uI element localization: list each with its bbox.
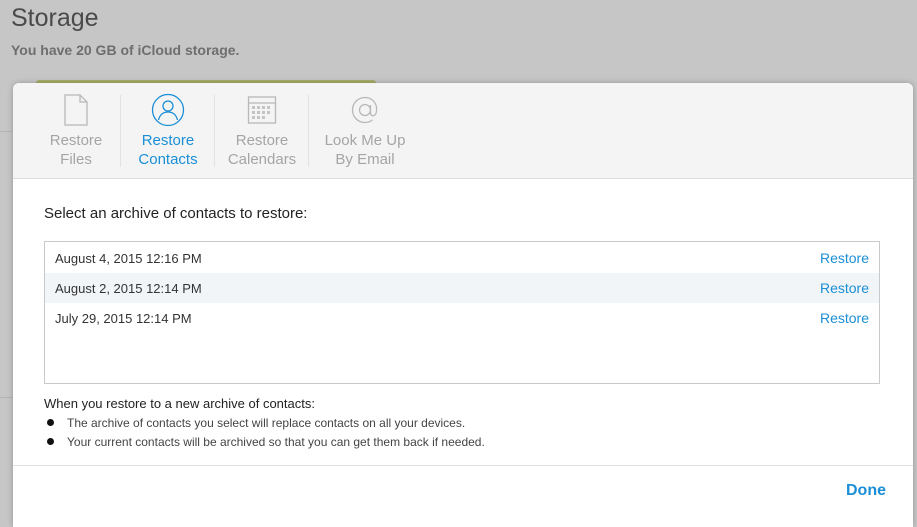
bullet-icon [47,419,54,426]
tab-label: Look Me Up By Email [324,132,406,168]
note-text: The archive of contacts you select will … [67,416,466,430]
restore-tab-bar: Restore Files Restore Contacts Restore C… [13,83,913,179]
background-divider [0,397,13,398]
list-item: Your current contacts will be archived s… [44,433,485,452]
tab-restore-files[interactable]: Restore Files [35,83,117,179]
bullet-icon [47,438,54,445]
archive-list: August 4, 2015 12:16 PM Restore August 2… [44,241,880,384]
archive-date: July 29, 2015 12:14 PM [55,310,192,326]
archive-row: July 29, 2015 12:14 PM Restore [45,303,879,333]
archive-row: August 2, 2015 12:14 PM Restore [45,273,879,303]
page-title: Storage [11,4,99,32]
note-text: Your current contacts will be archived s… [67,435,485,449]
tab-label: Restore Files [49,132,103,168]
archive-prompt: Select an archive of contacts to restore… [44,205,308,222]
tab-look-me-up[interactable]: Look Me Up By Email [317,83,413,179]
archive-date: August 2, 2015 12:14 PM [55,280,202,296]
archive-date: August 4, 2015 12:16 PM [55,250,202,266]
restore-note-title: When you restore to a new archive of con… [44,396,315,411]
restore-note-list: The archive of contacts you select will … [44,414,485,452]
storage-summary: You have 20 GB of iCloud storage. [11,42,240,58]
tab-divider [308,95,309,167]
tab-divider [214,95,215,167]
done-button[interactable]: Done [846,482,886,500]
file-icon [59,93,93,127]
restore-link[interactable]: Restore [820,280,869,296]
restore-link[interactable]: Restore [820,310,869,326]
archive-row: August 4, 2015 12:16 PM Restore [45,243,879,273]
background-divider [0,131,13,132]
list-item: The archive of contacts you select will … [44,414,485,433]
tab-divider [120,95,121,167]
tab-label: Restore Calendars [227,132,297,168]
tab-restore-contacts[interactable]: Restore Contacts [126,83,210,179]
tab-label: Restore Contacts [138,132,198,168]
at-sign-icon [348,93,382,127]
restore-dialog: Restore Files Restore Contacts Restore C… [13,83,913,527]
footer-divider [13,465,913,466]
restore-link[interactable]: Restore [820,250,869,266]
calendar-icon [245,93,279,127]
tab-restore-calendars[interactable]: Restore Calendars [220,83,304,179]
contacts-icon [151,93,185,127]
